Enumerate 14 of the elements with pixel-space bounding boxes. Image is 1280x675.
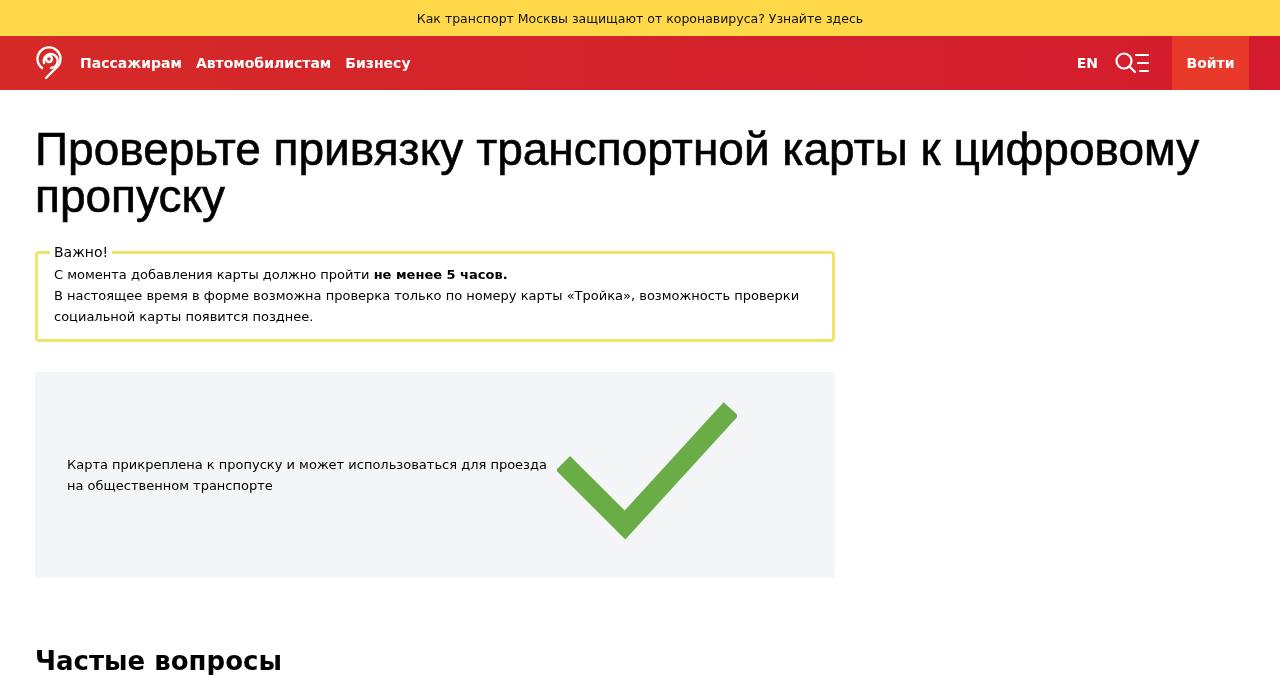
page-title: Проверьте привязку транспортной карты к цифровому пропуску bbox=[35, 126, 1201, 220]
language-link[interactable]: EN bbox=[1076, 55, 1098, 71]
nav-link[interactable]: Бизнесу bbox=[345, 55, 411, 71]
result-message: Карта прикреплена к пропуску и может использоваться для проезда на общественном транспорте bbox=[67, 456, 548, 495]
faq-heading: Частые вопросы bbox=[35, 646, 283, 675]
nav-link[interactable]: Автомобилистам bbox=[195, 55, 332, 71]
notice-text: В настоящее время в форме возможна проверка только по номеру карты «Тройка», возможность проверки социальной карты появится позднее. bbox=[54, 287, 801, 326]
search-menu-icon[interactable] bbox=[1114, 51, 1150, 75]
logo-icon[interactable] bbox=[34, 46, 64, 80]
announcement-link[interactable]: Как транспорт Москвы защищают от коронавируса? Узнайте здесь bbox=[416, 10, 864, 26]
notice-text: С момента добавления карты должно пройти не менее 5 часов. bbox=[54, 266, 509, 284]
nav-link[interactable]: Пассажирам bbox=[80, 55, 182, 71]
login-button[interactable]: Войти bbox=[1172, 36, 1249, 90]
notice-title: Важно! bbox=[53, 244, 110, 260]
